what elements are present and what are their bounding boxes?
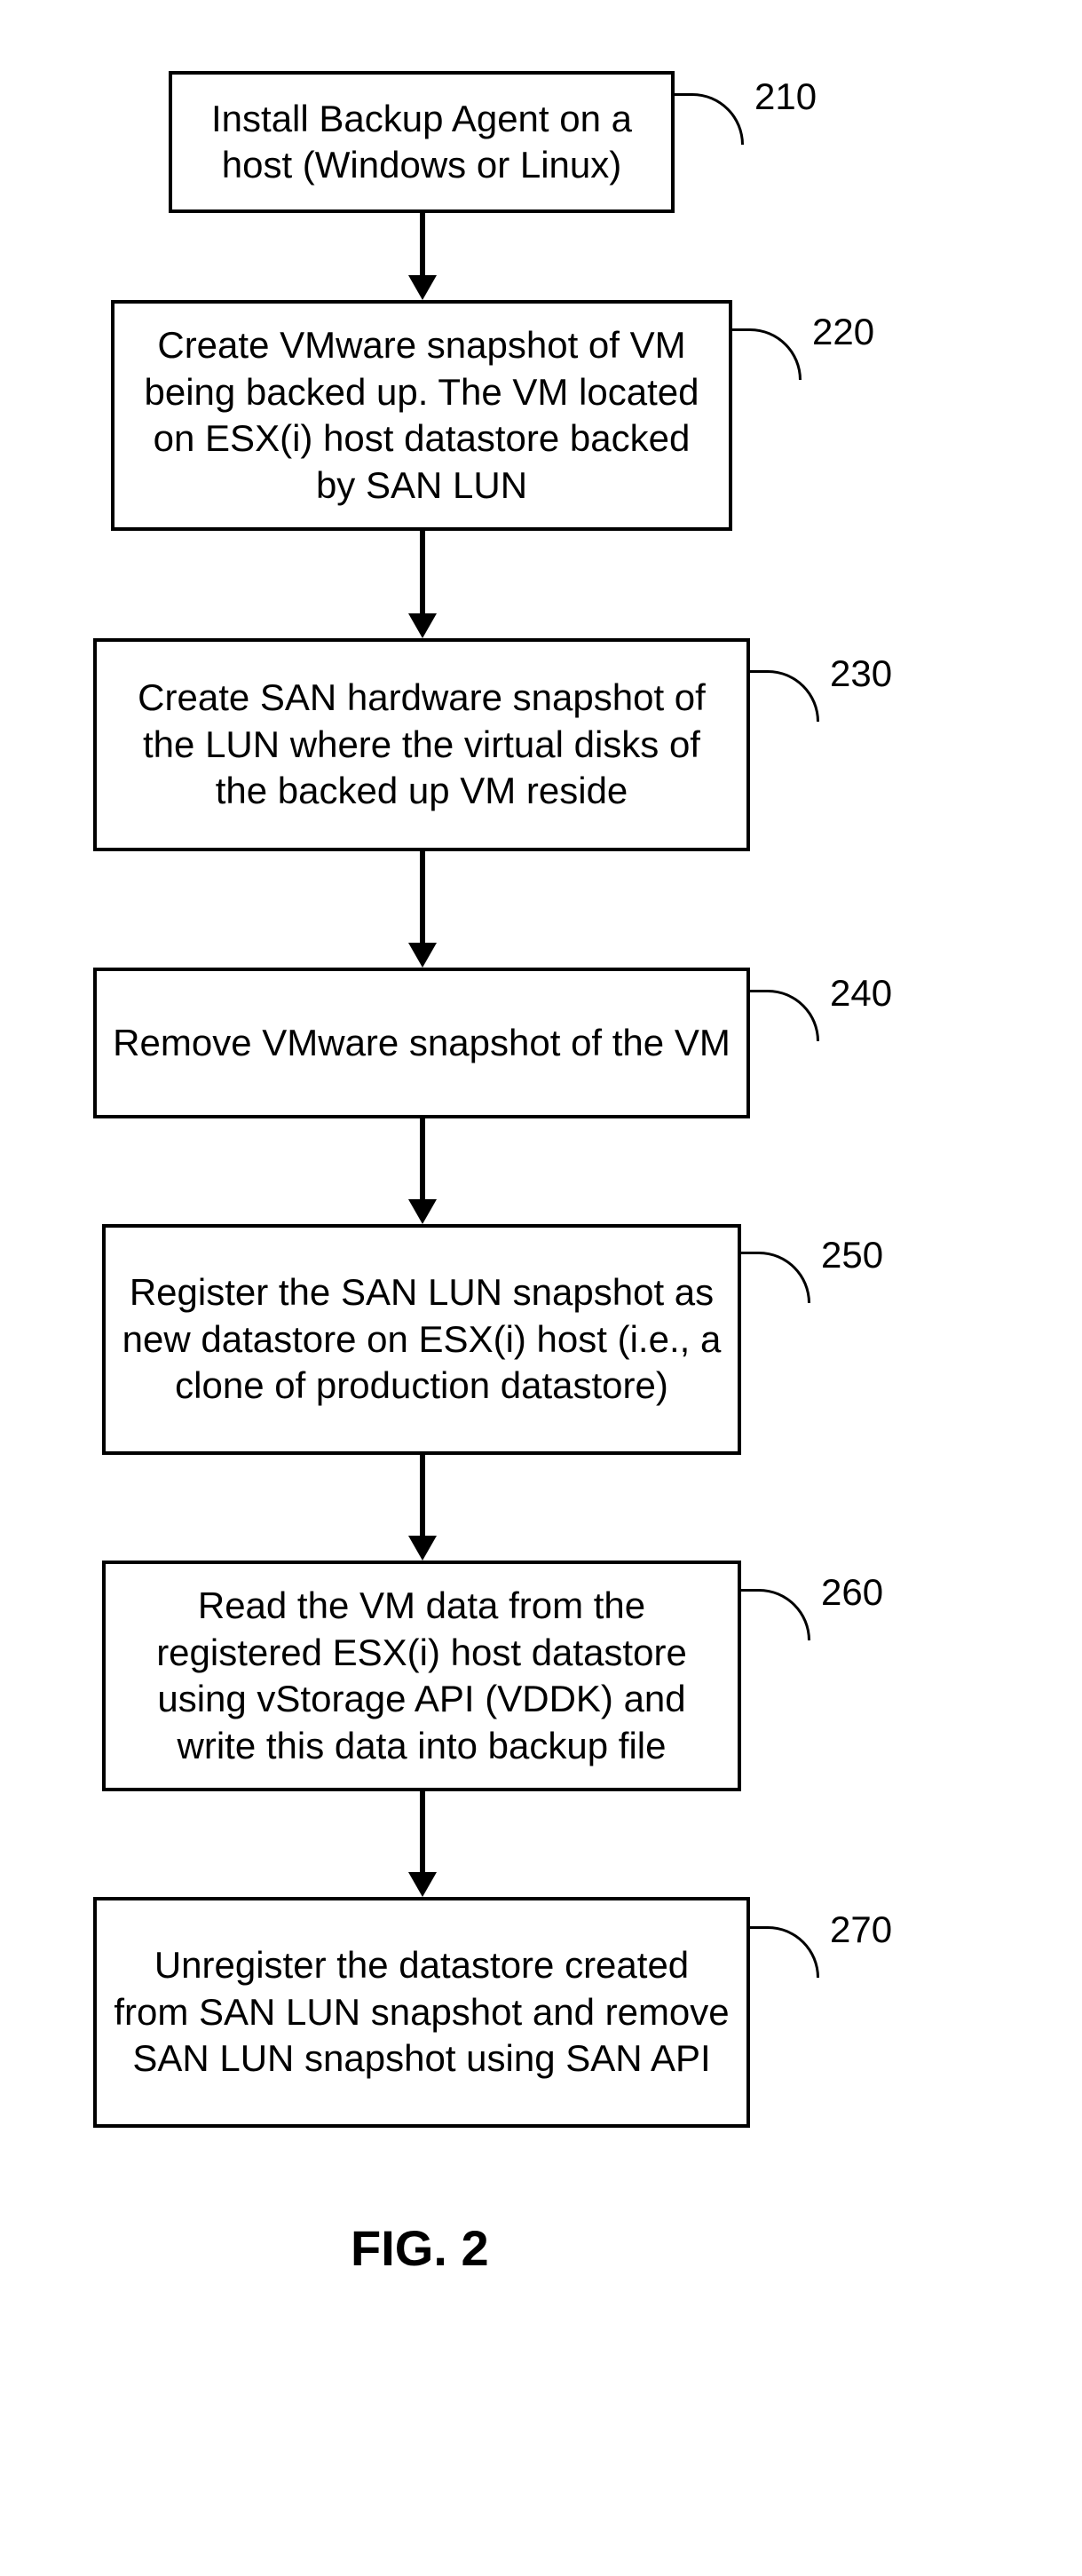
step-230-box: Create SAN hardware snapshot of the LUN … bbox=[93, 638, 750, 851]
step-230-text: Create SAN hardware snapshot of the LUN … bbox=[113, 675, 731, 815]
arrow-220-230-head bbox=[408, 613, 437, 638]
arrow-260-270-head bbox=[408, 1872, 437, 1897]
step-250-text: Register the SAN LUN snapshot as new dat… bbox=[122, 1269, 722, 1410]
step-210-box: Install Backup Agent on a host (Windows … bbox=[169, 71, 675, 213]
arrow-210-220-line bbox=[420, 213, 425, 277]
arrow-250-260-line bbox=[420, 1455, 425, 1537]
step-210-text: Install Backup Agent on a host (Windows … bbox=[188, 96, 655, 189]
flowchart-canvas: Install Backup Agent on a host (Windows … bbox=[0, 0, 1082, 2576]
step-270-box: Unregister the datastore created from SA… bbox=[93, 1897, 750, 2128]
ref-250: 250 bbox=[821, 1234, 883, 1276]
step-250-box: Register the SAN LUN snapshot as new dat… bbox=[102, 1224, 741, 1455]
ref-210: 210 bbox=[754, 75, 817, 118]
arrow-230-240-head bbox=[408, 943, 437, 968]
step-260-box: Read the VM data from the registered ESX… bbox=[102, 1561, 741, 1791]
leader-210 bbox=[675, 93, 744, 145]
arrow-260-270-line bbox=[420, 1791, 425, 1874]
arrow-230-240-line bbox=[420, 851, 425, 944]
arrow-240-250-head bbox=[408, 1199, 437, 1224]
step-270-text: Unregister the datastore created from SA… bbox=[113, 1942, 731, 2082]
leader-260 bbox=[741, 1589, 810, 1640]
ref-220: 220 bbox=[812, 311, 874, 353]
leader-220 bbox=[732, 328, 802, 380]
step-220-box: Create VMware snapshot of VM being backe… bbox=[111, 300, 732, 531]
arrow-240-250-line bbox=[420, 1118, 425, 1201]
step-240-box: Remove VMware snapshot of the VM bbox=[93, 968, 750, 1118]
arrow-250-260-head bbox=[408, 1536, 437, 1561]
leader-240 bbox=[750, 990, 819, 1041]
ref-260: 260 bbox=[821, 1571, 883, 1614]
ref-270: 270 bbox=[830, 1908, 892, 1951]
ref-230: 230 bbox=[830, 652, 892, 695]
leader-250 bbox=[741, 1252, 810, 1303]
step-240-text: Remove VMware snapshot of the VM bbox=[113, 1020, 731, 1067]
step-220-text: Create VMware snapshot of VM being backe… bbox=[130, 322, 713, 509]
arrow-220-230-line bbox=[420, 531, 425, 615]
ref-240: 240 bbox=[830, 972, 892, 1015]
figure-label: FIG. 2 bbox=[351, 2219, 489, 2277]
step-260-text: Read the VM data from the registered ESX… bbox=[122, 1583, 722, 1769]
leader-230 bbox=[750, 670, 819, 722]
leader-270 bbox=[750, 1926, 819, 1978]
arrow-210-220-head bbox=[408, 275, 437, 300]
